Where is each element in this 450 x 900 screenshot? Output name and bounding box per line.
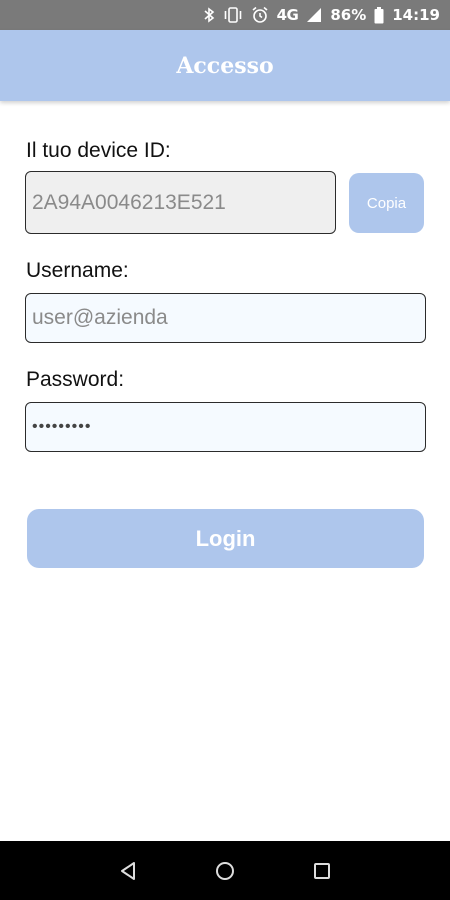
- username-label: Username:: [26, 259, 129, 282]
- signal-icon: [306, 7, 322, 23]
- vibrate-icon: [223, 7, 243, 23]
- battery-icon: [374, 6, 384, 24]
- password-input[interactable]: •••••••••: [25, 402, 426, 452]
- username-placeholder: user@azienda: [32, 306, 168, 329]
- back-icon[interactable]: [108, 851, 148, 891]
- navigation-bar: [0, 841, 450, 900]
- battery-percent: 86%: [330, 6, 367, 24]
- app-bar: Accesso: [0, 30, 450, 101]
- username-input[interactable]: user@azienda: [25, 293, 426, 343]
- password-value: •••••••••: [32, 418, 92, 435]
- device-id-label: Il tuo device ID:: [26, 139, 171, 162]
- bluetooth-icon: [203, 7, 215, 23]
- device-id-value: 2A94A0046213E521: [32, 190, 226, 214]
- copy-button[interactable]: Copia: [349, 173, 424, 233]
- status-bar: 4G 86% 14:19: [0, 0, 450, 30]
- device-id-field: 2A94A0046213E521: [25, 171, 336, 234]
- login-button[interactable]: Login: [27, 509, 424, 568]
- network-type: 4G: [276, 6, 299, 24]
- recents-icon[interactable]: [302, 851, 342, 891]
- page-title: Accesso: [176, 52, 274, 79]
- alarm-icon: [251, 6, 269, 24]
- clock: 14:19: [392, 6, 440, 24]
- password-label: Password:: [26, 368, 125, 391]
- home-icon[interactable]: [205, 851, 245, 891]
